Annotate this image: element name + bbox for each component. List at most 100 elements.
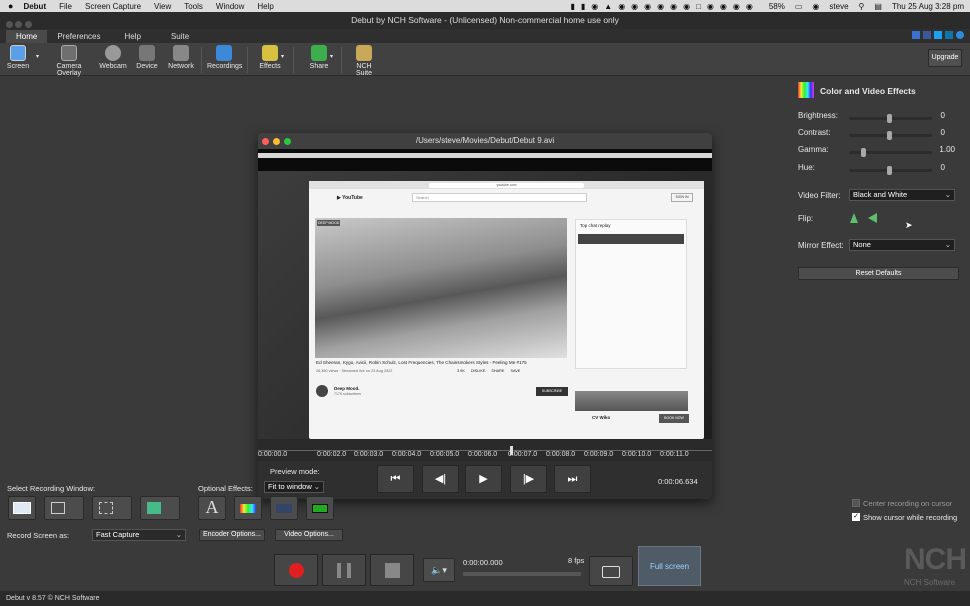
color-adjust-button[interactable] bbox=[234, 496, 262, 520]
flip-vertical-icon[interactable] bbox=[868, 213, 877, 223]
menu-file[interactable]: File bbox=[59, 2, 72, 11]
close-preview-icon[interactable] bbox=[262, 138, 269, 145]
user-name[interactable]: steve bbox=[829, 2, 848, 11]
recordings-button[interactable]: Recordings bbox=[207, 45, 242, 70]
watermark-button[interactable] bbox=[270, 496, 298, 520]
camera-overlay-button[interactable]: Camera Overlay bbox=[45, 45, 93, 77]
timeline-tick: 0:00:00.0 bbox=[258, 451, 288, 458]
webcam-button[interactable]: Webcam bbox=[99, 45, 127, 70]
mirror-effect-value: None bbox=[853, 240, 871, 249]
zoom-preview-icon[interactable] bbox=[284, 138, 291, 145]
apple-icon[interactable]: ● bbox=[8, 1, 13, 11]
tab-help[interactable]: Help bbox=[110, 30, 154, 43]
chevron-down-icon: ⌄ bbox=[175, 530, 182, 539]
share-button[interactable]: Share bbox=[307, 45, 331, 70]
tab-home[interactable]: Home bbox=[6, 30, 48, 43]
channel-avatar bbox=[316, 385, 328, 397]
menu-help[interactable]: Help bbox=[257, 2, 273, 11]
screen-button[interactable]: Screen bbox=[6, 45, 30, 70]
brightness-slider-thumb[interactable] bbox=[887, 114, 892, 123]
effects-button[interactable]: Effects bbox=[258, 45, 282, 70]
hue-value: 0 bbox=[940, 163, 945, 172]
record-button[interactable] bbox=[274, 554, 318, 586]
video-filter-select[interactable]: Black and White ⌄ bbox=[849, 189, 955, 201]
timeline-tick: 0:00:09.0 bbox=[584, 451, 614, 458]
skip-to-end-button[interactable]: ⏭ bbox=[554, 465, 591, 493]
screen-dropdown-icon[interactable]: ▾ bbox=[36, 53, 39, 60]
menu-view[interactable]: View bbox=[154, 2, 171, 11]
help-circle-icon[interactable] bbox=[956, 31, 964, 39]
film-icon bbox=[312, 504, 328, 513]
gamma-slider-thumb[interactable] bbox=[861, 148, 866, 157]
status-bar: Debut v 8.57 © NCH Software bbox=[0, 591, 970, 606]
video-filter-value: Black and White bbox=[853, 190, 908, 199]
step-forward-button[interactable]: |▶ bbox=[510, 465, 547, 493]
preview-mode-select[interactable]: Fit to window ⌄ bbox=[264, 481, 324, 493]
menu-tools[interactable]: Tools bbox=[184, 2, 203, 11]
zoom-window-icon[interactable] bbox=[24, 21, 32, 28]
minimize-window-icon[interactable] bbox=[15, 21, 23, 28]
effects-label: Effects bbox=[259, 63, 281, 70]
device-icon bbox=[139, 45, 155, 61]
app-menu[interactable]: Debut bbox=[23, 2, 46, 11]
hue-slider-thumb[interactable] bbox=[887, 166, 892, 175]
flip-horizontal-icon[interactable] bbox=[850, 213, 858, 223]
minimize-preview-icon[interactable] bbox=[273, 138, 280, 145]
play-button[interactable]: ▶ bbox=[465, 465, 502, 493]
record-format-select[interactable]: Fast Capture ⌄ bbox=[92, 529, 186, 541]
audio-button[interactable]: 🔈▾ bbox=[423, 558, 455, 582]
reset-defaults-button[interactable]: Reset Defaults bbox=[798, 267, 959, 280]
stop-button[interactable] bbox=[370, 554, 414, 586]
nch-suite-button[interactable]: NCH Suite bbox=[348, 45, 380, 77]
menu-window[interactable]: Window bbox=[216, 2, 244, 11]
video-effects-button[interactable] bbox=[306, 496, 334, 520]
control-center-icon[interactable]: ▤ bbox=[874, 2, 882, 11]
pause-button[interactable] bbox=[322, 554, 366, 586]
tab-preferences[interactable]: Preferences bbox=[47, 30, 110, 43]
ad-banner bbox=[575, 391, 688, 411]
effects-panel-title: Color and Video Effects bbox=[820, 86, 916, 96]
encoder-options-button[interactable]: Encoder Options... bbox=[199, 529, 265, 541]
show-cursor-checkbox[interactable]: ✓ bbox=[852, 513, 860, 521]
gamma-slider[interactable] bbox=[849, 148, 932, 157]
dislike-label: DISLIKE bbox=[470, 369, 486, 373]
snapshot-button[interactable] bbox=[589, 556, 633, 586]
select-window-button[interactable] bbox=[44, 496, 84, 520]
text-caption-button[interactable]: A bbox=[198, 496, 226, 520]
gamma-value: 1.00 bbox=[939, 145, 955, 154]
previous-region-button[interactable] bbox=[140, 496, 180, 520]
facebook-icon[interactable] bbox=[923, 31, 931, 39]
search-icon[interactable]: ⚲ bbox=[859, 2, 865, 11]
mirror-effect-select[interactable]: None ⌄ bbox=[849, 239, 955, 251]
fullscreen-window-button[interactable] bbox=[8, 496, 36, 520]
wifi-icon[interactable]: ◉ bbox=[812, 2, 819, 11]
linkedin-icon[interactable] bbox=[945, 31, 953, 39]
video-options-button[interactable]: Video Options... bbox=[275, 529, 343, 541]
battery-percent: 58% bbox=[768, 1, 785, 11]
menu-screen-capture[interactable]: Screen Capture bbox=[85, 2, 141, 11]
select-region-button[interactable] bbox=[92, 496, 132, 520]
skip-to-start-button[interactable]: ⏮ bbox=[377, 465, 414, 493]
step-back-button[interactable]: ◀| bbox=[422, 465, 459, 493]
effects-dropdown-icon[interactable]: ▾ bbox=[281, 53, 284, 60]
timeline[interactable]: 0:00:00.0 0:00:02.0 0:00:03.0 0:00:04.0 … bbox=[258, 439, 712, 461]
record-screen-as-label: Record Screen as: bbox=[7, 531, 70, 540]
share-dropdown-icon[interactable]: ▾ bbox=[330, 53, 333, 60]
close-window-icon[interactable] bbox=[6, 21, 13, 28]
full-screen-button[interactable]: Full screen bbox=[638, 546, 701, 586]
network-button[interactable]: Network bbox=[168, 45, 194, 70]
toolbar-divider bbox=[201, 47, 202, 73]
menubar-clock[interactable]: Thu 25 Aug 3:28 pm bbox=[892, 2, 964, 11]
thumbs-up-icon[interactable] bbox=[912, 31, 920, 39]
twitter-icon[interactable] bbox=[934, 31, 942, 39]
battery-icon[interactable]: ▭ bbox=[795, 2, 803, 11]
upgrade-button[interactable]: Upgrade bbox=[928, 49, 962, 67]
share-yt-label: SHARE bbox=[491, 369, 505, 373]
center-cursor-checkbox[interactable] bbox=[852, 499, 860, 507]
status-icons[interactable]: ▮▮◉▲◉◉◉◉◉◉□◉◉◉◉ bbox=[570, 2, 758, 11]
book-now-button: BOOK NOW bbox=[659, 414, 689, 423]
tab-suite[interactable]: Suite bbox=[155, 30, 205, 43]
contrast-slider-thumb[interactable] bbox=[887, 131, 892, 140]
share-label: Share bbox=[309, 63, 329, 70]
device-button[interactable]: Device bbox=[135, 45, 159, 70]
